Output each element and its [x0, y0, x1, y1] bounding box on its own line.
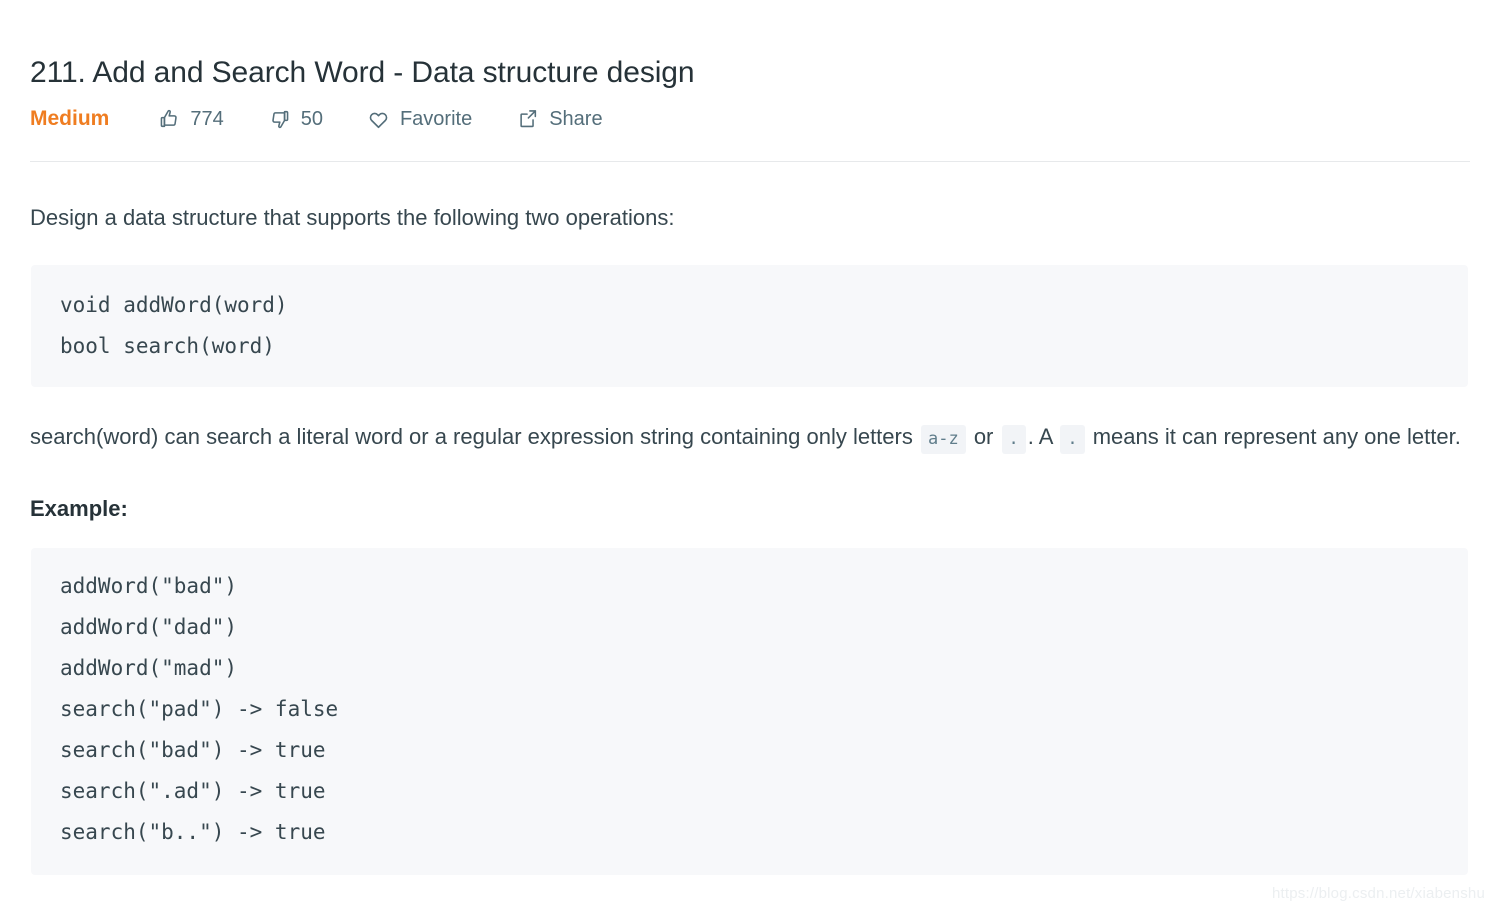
downvote-button[interactable]: 50: [268, 106, 323, 132]
upvote-button[interactable]: 774: [157, 106, 224, 132]
search-paragraph-part4: means it can represent any one letter.: [1086, 424, 1461, 449]
inline-code-letters: a-z: [920, 425, 966, 454]
action-bar: Medium 774 50 Favorite Share: [30, 103, 603, 135]
example-heading: Example:: [30, 496, 128, 521]
code-line: search("pad") -> false: [60, 697, 339, 721]
search-paragraph-part1: search(word) can search a literal word o…: [30, 424, 919, 449]
share-label: Share: [549, 108, 603, 130]
downvote-count: 50: [300, 108, 323, 130]
search-paragraph: search(word) can search a literal word o…: [30, 415, 1475, 461]
thumbs-down-icon: [268, 107, 292, 131]
search-paragraph-part2: or: [967, 424, 1000, 449]
watermark: https://blog.csdn.net/xiabenshu: [1271, 885, 1485, 902]
search-paragraph-part3: . A: [1027, 424, 1059, 449]
intro-paragraph: Design a data structure that supports th…: [30, 205, 675, 230]
inline-code-dot-first: .: [1001, 425, 1026, 454]
share-button[interactable]: Share: [516, 106, 603, 132]
share-icon: [516, 107, 540, 131]
code-line: void addWord(word): [60, 293, 288, 317]
code-line: search(".ad") -> true: [60, 779, 326, 803]
page-title: 211. Add and Search Word - Data structur…: [30, 56, 695, 90]
problem-page: 211. Add and Search Word - Data structur…: [0, 0, 1497, 919]
favorite-button[interactable]: Favorite: [367, 106, 472, 132]
header-divider: [30, 161, 1470, 162]
heart-icon: [367, 107, 391, 131]
inline-code-dot-second: .: [1060, 425, 1085, 454]
signature-code-block: void addWord(word) bool search(word): [31, 265, 1468, 387]
code-line: bool search(word): [60, 334, 275, 358]
problem-description: Design a data structure that supports th…: [30, 196, 1470, 875]
code-line: addWord("bad"): [60, 574, 238, 598]
code-line: search("bad") -> true: [60, 738, 326, 762]
example-code-block: addWord("bad") addWord("dad") addWord("m…: [31, 548, 1468, 875]
favorite-label: Favorite: [399, 108, 473, 130]
code-line: addWord("mad"): [60, 656, 238, 680]
code-line: addWord("dad"): [60, 615, 238, 639]
thumbs-up-icon: [157, 107, 181, 131]
code-line: search("b..") -> true: [60, 820, 326, 844]
difficulty-badge: Medium: [30, 107, 110, 130]
upvote-count: 774: [190, 108, 224, 130]
